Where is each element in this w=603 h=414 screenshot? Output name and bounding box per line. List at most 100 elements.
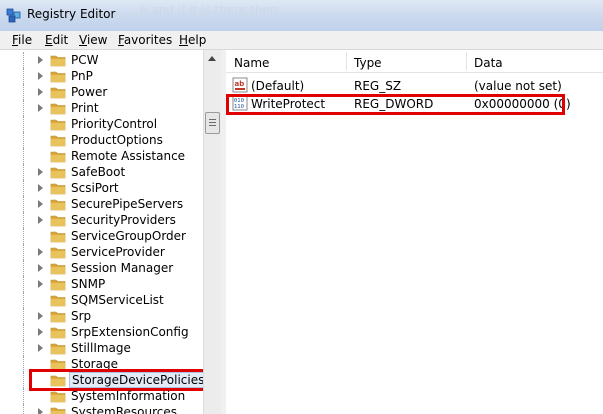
tree-item[interactable]: ServiceGroupOrder	[0, 228, 203, 244]
tree-guide-line	[23, 100, 25, 116]
window-title: Registry Editor	[27, 7, 116, 21]
tree-item[interactable]: Power	[0, 84, 203, 100]
menu-file[interactable]: File	[12, 33, 32, 47]
tree-item-label: Srp	[71, 309, 92, 323]
folder-icon	[50, 343, 66, 355]
tree-item-label: SQMServiceList	[71, 293, 164, 307]
expand-arrow-icon[interactable]	[38, 56, 43, 64]
folder-icon	[50, 231, 66, 243]
tree-item-label: SecurePipeServers	[71, 197, 184, 211]
expand-arrow-icon[interactable]	[38, 184, 43, 192]
tree-guide-line	[23, 116, 25, 132]
expand-arrow-icon[interactable]	[38, 168, 43, 176]
expand-arrow-icon[interactable]	[38, 328, 43, 336]
column-type[interactable]: Type	[354, 56, 382, 70]
folder-icon	[50, 311, 66, 323]
tree-guide-line	[23, 388, 25, 404]
tree-guide-line	[23, 356, 25, 372]
column-data[interactable]: Data	[474, 56, 503, 70]
folder-icon	[50, 103, 66, 115]
expand-arrow-icon[interactable]	[38, 72, 43, 80]
ghost-text: h and if it is there then	[140, 3, 278, 17]
folder-icon	[50, 135, 66, 147]
tree-guide-line	[23, 132, 25, 148]
folder-icon	[50, 407, 66, 414]
tree-item[interactable]: SystemInformation	[0, 388, 203, 404]
value-data: (value not set)	[474, 79, 562, 93]
tree-guide-line	[23, 260, 25, 276]
tree-item-label: Power	[71, 85, 108, 99]
expand-arrow-icon[interactable]	[38, 216, 43, 224]
menu-view[interactable]: View	[79, 33, 107, 47]
menu-bar: File Edit View Favorites Help	[0, 31, 603, 50]
folder-icon	[50, 391, 66, 403]
string-value-icon: ab	[232, 77, 248, 93]
folder-icon	[50, 279, 66, 291]
tree-guide-line	[23, 228, 25, 244]
tree-item[interactable]: SecurityProviders	[0, 212, 203, 228]
tree-guide-line	[23, 148, 25, 164]
tree-item[interactable]: Print	[0, 100, 203, 116]
tree-guide-line	[23, 292, 25, 308]
tree-item-label: PnP	[71, 69, 93, 83]
tree-guide-line	[23, 84, 25, 100]
menu-help[interactable]: Help	[179, 33, 206, 47]
expand-arrow-icon[interactable]	[38, 104, 43, 112]
tree-item[interactable]: SQMServiceList	[0, 292, 203, 308]
expand-arrow-icon[interactable]	[38, 344, 43, 352]
tree-item[interactable]: ScsiPort	[0, 180, 203, 196]
tree-item[interactable]: Srp	[0, 308, 203, 324]
writeprotect-highlight-box	[226, 94, 565, 115]
folder-icon	[50, 263, 66, 275]
menu-edit[interactable]: Edit	[45, 33, 68, 47]
expand-arrow-icon[interactable]	[38, 408, 43, 414]
tree-item[interactable]: ServiceProvider	[0, 244, 203, 260]
svg-text:ab: ab	[235, 80, 245, 88]
tree-item[interactable]: PnP	[0, 68, 203, 84]
tree-item[interactable]: PCW	[0, 52, 203, 68]
tree-item[interactable]: SNMP	[0, 276, 203, 292]
tree-item-label: SafeBoot	[71, 165, 126, 179]
tree-item[interactable]: Remote Assistance	[0, 148, 203, 164]
tree-item-label: Session Manager	[71, 261, 174, 275]
folder-icon	[50, 295, 66, 307]
values-list[interactable]: Name Type Data ab (Default) REG_SZ (valu…	[226, 50, 603, 414]
tree-item[interactable]: SystemResources	[0, 404, 203, 414]
scroll-thumb[interactable]	[205, 112, 220, 134]
folder-icon	[50, 247, 66, 259]
tree-item-label: Remote Assistance	[71, 149, 186, 163]
scroll-up-icon[interactable]	[208, 56, 216, 61]
column-name[interactable]: Name	[234, 56, 269, 70]
column-header: Name Type Data	[226, 50, 603, 73]
tree-guide-line	[23, 52, 25, 68]
value-name: (Default)	[251, 79, 305, 93]
tree-guide-line	[23, 212, 25, 228]
expand-arrow-icon[interactable]	[38, 248, 43, 256]
tree-item[interactable]: StillImage	[0, 340, 203, 356]
tree-scrollbar[interactable]	[203, 50, 221, 414]
tree-item[interactable]: SrpExtensionConfig	[0, 324, 203, 340]
tree-item-label: SystemInformation	[71, 389, 186, 403]
folder-icon	[50, 71, 66, 83]
registry-editor-icon	[6, 8, 21, 23]
tree-item[interactable]: Session Manager	[0, 260, 203, 276]
tree-item[interactable]: SecurePipeServers	[0, 196, 203, 212]
expand-arrow-icon[interactable]	[38, 88, 43, 96]
folder-icon	[50, 327, 66, 339]
tree-item[interactable]: SafeBoot	[0, 164, 203, 180]
folder-icon	[50, 215, 66, 227]
expand-arrow-icon[interactable]	[38, 312, 43, 320]
tree-item-label: ScsiPort	[71, 181, 119, 195]
title-bar: Registry Editor h and if it is there the…	[0, 0, 603, 31]
folder-icon	[50, 183, 66, 195]
expand-arrow-icon[interactable]	[38, 264, 43, 272]
tree-item[interactable]: ProductOptions	[0, 132, 203, 148]
tree-guide-line	[23, 180, 25, 196]
expand-arrow-icon[interactable]	[38, 280, 43, 288]
tree-item[interactable]: PriorityControl	[0, 116, 203, 132]
expand-arrow-icon[interactable]	[38, 200, 43, 208]
list-row[interactable]: ab (Default) REG_SZ (value not set)	[226, 76, 603, 94]
registry-key-tree[interactable]: PCW PnP Power Print PriorityControl ProductOp…	[0, 50, 203, 414]
folder-icon	[50, 87, 66, 99]
menu-favorites[interactable]: Favorites	[118, 33, 172, 47]
